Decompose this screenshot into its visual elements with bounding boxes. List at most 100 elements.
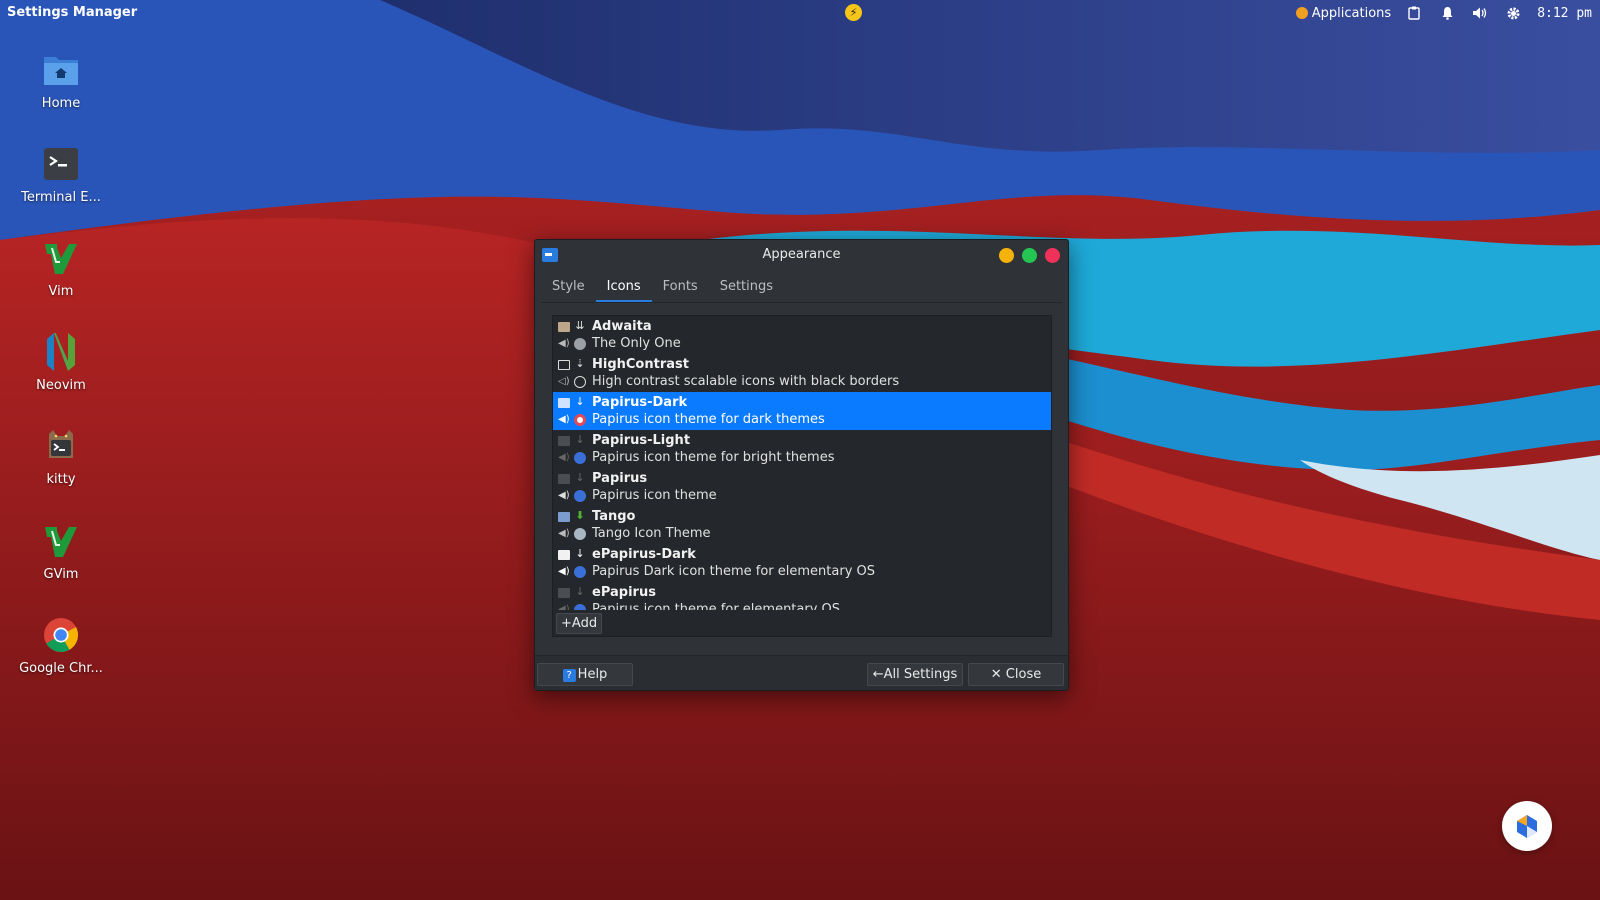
download-icon: ↓ bbox=[575, 395, 585, 408]
list-item[interactable]: ↓ ◀) ePapirus-Dark Papirus Dark icon the… bbox=[553, 544, 1051, 582]
theme-logo-icon bbox=[574, 566, 586, 578]
help-label: Help bbox=[577, 667, 608, 682]
desktop-icon-label: Vim bbox=[48, 284, 74, 299]
close-icon: ✕ bbox=[990, 667, 1006, 682]
maximize-button[interactable] bbox=[1022, 248, 1037, 263]
assistant-logo-icon bbox=[1517, 815, 1537, 838]
active-app-name: Settings Manager bbox=[7, 5, 138, 20]
applications-label: Applications bbox=[1311, 5, 1392, 21]
applications-icon bbox=[1295, 7, 1308, 19]
folder-icon bbox=[558, 512, 570, 522]
speaker-icon: ◀) bbox=[558, 490, 570, 501]
theme-description: Tango Icon Theme bbox=[592, 526, 711, 541]
folder-icon bbox=[558, 398, 570, 408]
plus-icon: + bbox=[561, 616, 572, 631]
theme-logo-icon bbox=[574, 490, 586, 502]
theme-logo-icon bbox=[574, 376, 586, 388]
clock[interactable]: 8:12 pm bbox=[1537, 6, 1592, 21]
desktop-icon-gvim[interactable]: GVim bbox=[14, 521, 108, 582]
speaker-icon: ◀) bbox=[558, 566, 570, 577]
speaker-icon: ◁) bbox=[558, 376, 570, 387]
minimize-button[interactable] bbox=[999, 248, 1014, 263]
theme-logo-icon bbox=[574, 452, 586, 464]
tab-bar: Style Icons Fonts Settings bbox=[541, 277, 1062, 303]
lightning-icon[interactable]: ⚡ bbox=[845, 4, 862, 21]
close-label: Close bbox=[1005, 667, 1042, 682]
all-settings-button[interactable]: ←All Settings bbox=[867, 663, 963, 686]
chrome-icon bbox=[41, 615, 81, 655]
theme-name: Tango bbox=[592, 509, 636, 524]
theme-description: Papirus icon theme for dark themes bbox=[592, 412, 825, 427]
terminal-icon bbox=[41, 144, 81, 184]
icon-theme-list: ⇊ ◀) Adwaita The Only One ⇣ ◁) HighContr… bbox=[552, 315, 1052, 617]
theme-name: Papirus bbox=[592, 471, 648, 486]
desktop-icon-chrome[interactable]: Google Chr... bbox=[14, 615, 108, 676]
add-label: Add bbox=[571, 616, 598, 631]
add-theme-button[interactable]: +Add bbox=[556, 613, 603, 634]
dialog-button-bar: ? Help ←All Settings ✕ Close bbox=[535, 655, 1068, 690]
desktop-icon-neovim[interactable]: Neovim bbox=[14, 332, 108, 393]
list-item[interactable]: ↓ ◀) Papirus Papirus icon theme bbox=[553, 468, 1051, 506]
panel-tray: Applications 8:12 pm bbox=[1295, 0, 1600, 26]
close-button[interactable]: ✕ Close bbox=[968, 663, 1064, 686]
theme-name: HighContrast bbox=[592, 357, 689, 372]
speaker-icon: ◀) bbox=[558, 338, 570, 349]
clipboard-icon[interactable] bbox=[1405, 4, 1423, 22]
download-icon: ⬇ bbox=[575, 509, 585, 522]
download-icon: ↓ bbox=[575, 433, 585, 446]
desktop-icon-terminal[interactable]: Terminal E... bbox=[14, 144, 108, 205]
desktop-icon-label: Home bbox=[41, 96, 81, 111]
top-panel: Settings Manager ⚡ Applications 8:12 pm bbox=[0, 0, 1600, 26]
theme-description: Papirus icon theme for bright themes bbox=[592, 450, 835, 465]
tab-style[interactable]: Style bbox=[541, 277, 596, 302]
applications-menu[interactable]: Applications bbox=[1295, 5, 1392, 21]
desktop-icon-home[interactable]: Home bbox=[14, 50, 108, 111]
window-titlebar[interactable]: Appearance bbox=[535, 240, 1068, 270]
gear-icon[interactable] bbox=[1504, 4, 1522, 22]
tab-fonts[interactable]: Fonts bbox=[652, 277, 709, 302]
download-icon: ↓ bbox=[575, 471, 585, 484]
desktop-icon-label: Google Chr... bbox=[19, 661, 103, 676]
folder-home-icon bbox=[41, 50, 81, 90]
tab-settings[interactable]: Settings bbox=[709, 277, 784, 302]
desktop-icon-label: kitty bbox=[46, 472, 76, 487]
theme-name: ePapirus-Dark bbox=[592, 547, 696, 562]
folder-icon bbox=[558, 436, 570, 446]
theme-description: Papirus Dark icon theme for elementary O… bbox=[592, 564, 876, 579]
folder-icon bbox=[558, 550, 570, 560]
folder-icon bbox=[558, 588, 570, 598]
window-title: Appearance bbox=[762, 247, 841, 262]
close-window-button[interactable] bbox=[1045, 248, 1060, 263]
list-item-selected[interactable]: ↓ ◀) Papirus-Dark Papirus icon theme for… bbox=[553, 392, 1051, 430]
theme-name: Adwaita bbox=[592, 319, 652, 334]
theme-logo-icon bbox=[574, 528, 586, 540]
neovim-icon bbox=[41, 332, 81, 372]
folder-icon bbox=[558, 474, 570, 484]
vim-icon bbox=[41, 238, 81, 278]
speaker-icon: ◀) bbox=[558, 528, 570, 539]
all-settings-label: All Settings bbox=[883, 667, 958, 682]
desktop-icon-label: GVim bbox=[43, 567, 79, 582]
gvim-icon bbox=[41, 521, 81, 561]
theme-description: High contrast scalable icons with black … bbox=[592, 374, 900, 389]
download-icon: ⇣ bbox=[575, 357, 585, 370]
volume-icon[interactable] bbox=[1471, 4, 1489, 22]
desktop-icon-kitty[interactable]: kitty bbox=[14, 426, 108, 487]
bell-icon[interactable] bbox=[1438, 4, 1456, 22]
desktop-icon-vim[interactable]: Vim bbox=[14, 238, 108, 299]
list-item[interactable]: ↓ ◀) Papirus-Light Papirus icon theme fo… bbox=[553, 430, 1051, 468]
appearance-window: Appearance Style Icons Fonts Settings ⇊ … bbox=[534, 239, 1069, 691]
list-item[interactable]: ⇣ ◁) HighContrast High contrast scalable… bbox=[553, 354, 1051, 392]
help-button[interactable]: ? Help bbox=[537, 663, 633, 686]
folder-icon bbox=[558, 360, 570, 370]
list-item[interactable]: ⇊ ◀) Adwaita The Only One bbox=[553, 316, 1051, 354]
desktop-icon-label: Terminal E... bbox=[21, 190, 101, 205]
arrow-left-icon: ← bbox=[872, 667, 884, 682]
assistant-floating-button[interactable] bbox=[1502, 801, 1552, 851]
theme-logo-icon bbox=[574, 414, 586, 426]
download-icon: ↓ bbox=[575, 585, 585, 598]
theme-name: Papirus-Dark bbox=[592, 395, 688, 410]
theme-name: ePapirus bbox=[592, 585, 656, 600]
tab-icons[interactable]: Icons bbox=[595, 277, 652, 302]
list-item[interactable]: ⬇ ◀) Tango Tango Icon Theme bbox=[553, 506, 1051, 544]
